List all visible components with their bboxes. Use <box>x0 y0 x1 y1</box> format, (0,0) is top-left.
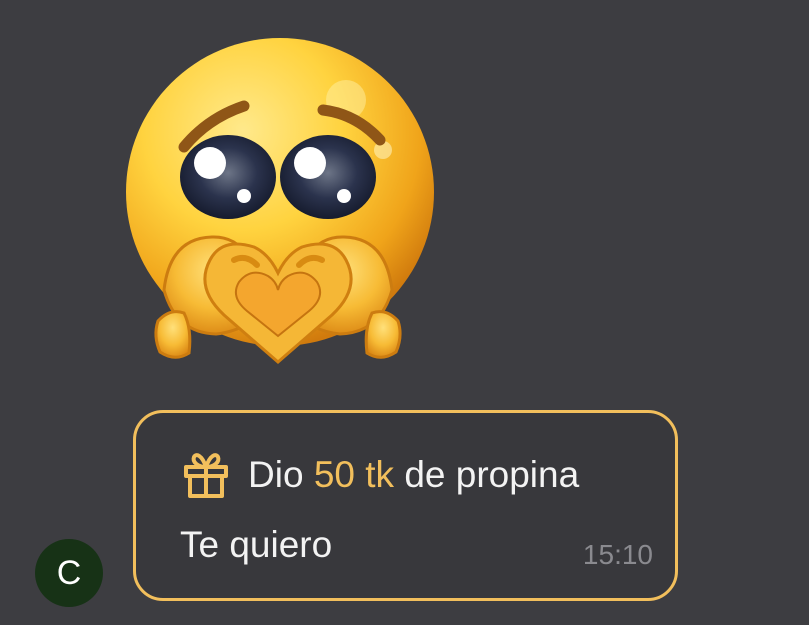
tip-text: Dio 50 tk de propina <box>248 454 579 496</box>
tip-message-bubble[interactable]: Dio 50 tk de propina Te quiero 15:10 <box>133 410 678 601</box>
tip-prefix: Dio <box>248 454 304 495</box>
gift-icon <box>184 453 228 498</box>
message-text: Te quiero <box>180 524 333 565</box>
message-timestamp: 15:10 <box>582 539 653 570</box>
tip-summary: Dio 50 tk de propina <box>180 449 579 501</box>
pleading-heart-hands-icon <box>126 38 434 364</box>
pleading-heart-hands-sticker <box>118 32 438 382</box>
tip-amount: 50 tk <box>313 454 395 495</box>
avatar[interactable]: C <box>35 539 103 607</box>
tip-suffix: de propina <box>404 454 580 495</box>
